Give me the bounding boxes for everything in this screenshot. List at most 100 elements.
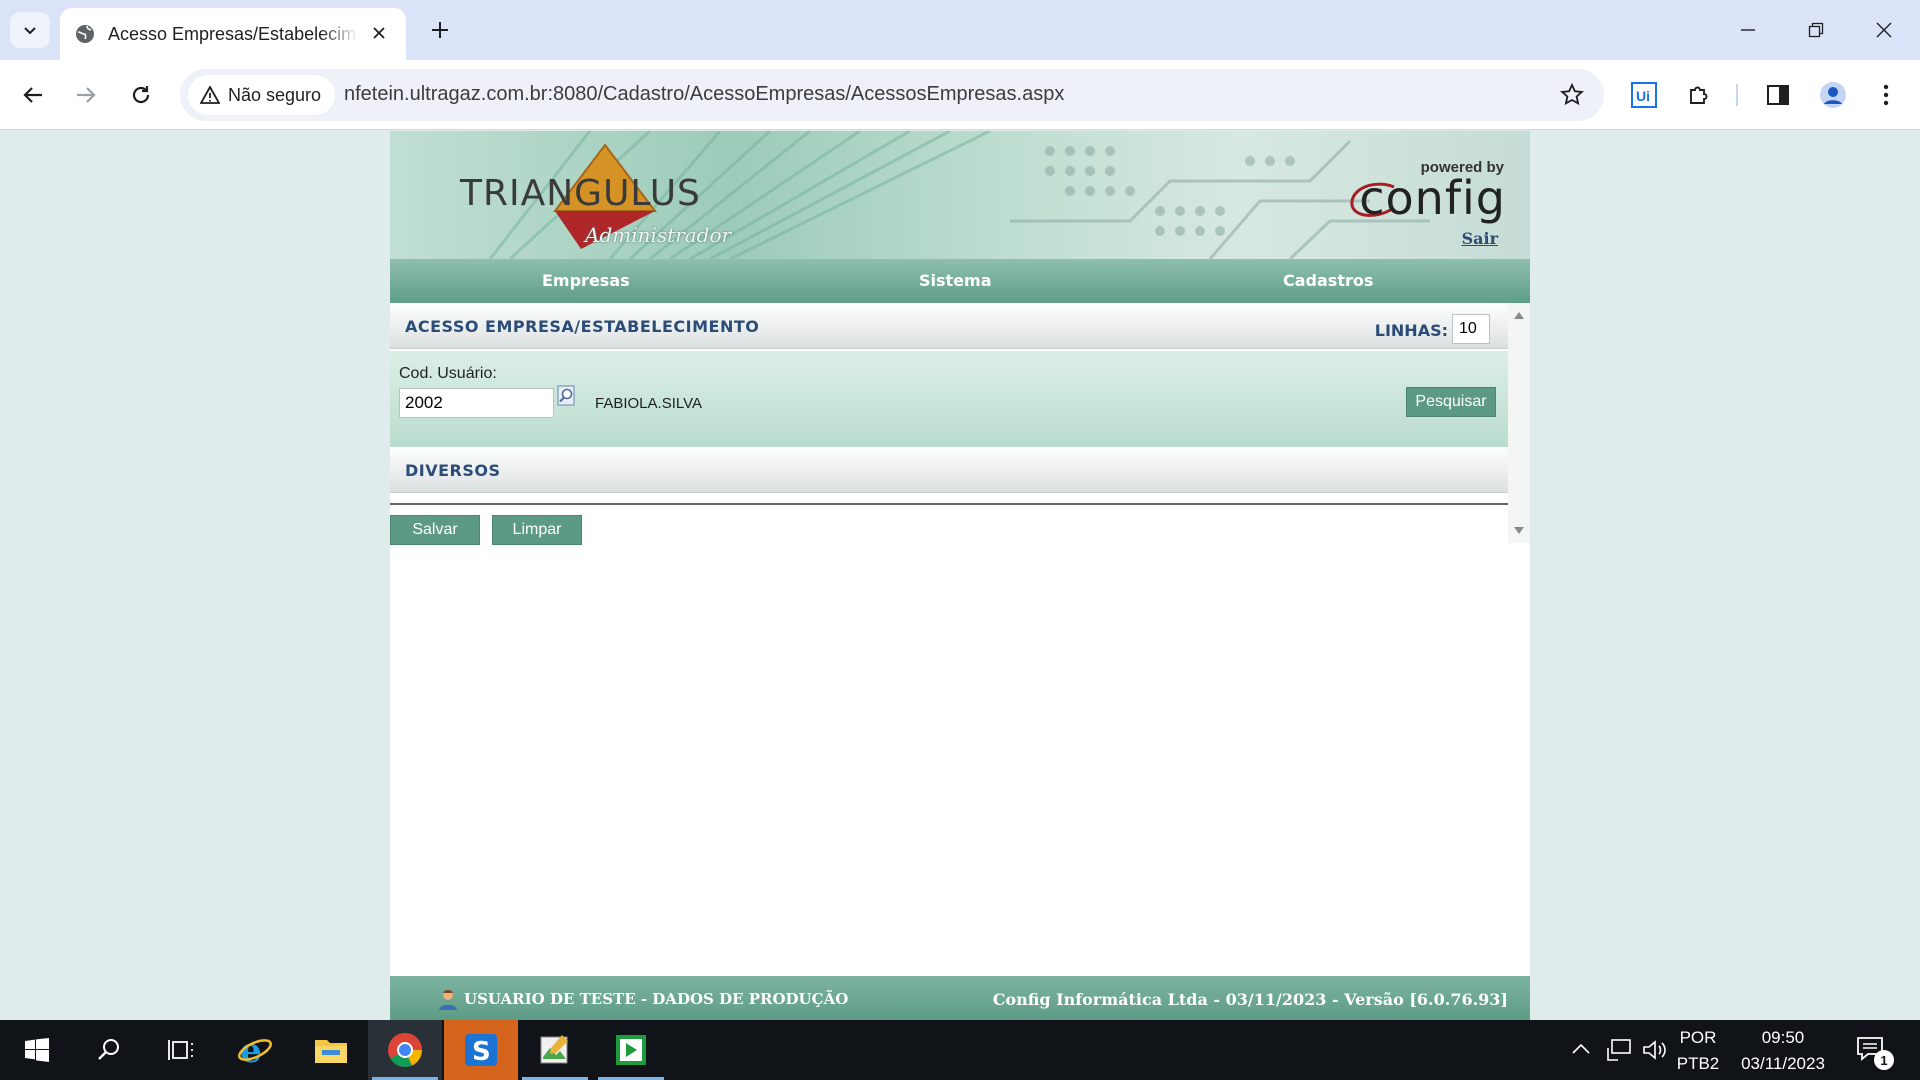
puzzle-icon (1690, 86, 1708, 104)
content-area: ACESSO EMPRESA/ESTABELECIMENTO LINHAS: C… (390, 303, 1530, 545)
arrow-left-icon (23, 87, 42, 103)
chrome-icon (388, 1033, 422, 1067)
user-name-text: FABIOLA.SILVA (595, 395, 702, 412)
web-page: TRIANGULUS Administrador powered by conf… (390, 131, 1530, 1020)
play-app-icon (616, 1035, 646, 1065)
filter-panel: Cod. Usuário: FABIOLA.SILVA Pesquisar (390, 351, 1508, 447)
plus-icon (432, 22, 448, 38)
section-title: ACESSO EMPRESA/ESTABELECIMENTO (405, 317, 760, 336)
task-view-button[interactable] (144, 1020, 218, 1080)
close-icon (1876, 22, 1892, 38)
folder-icon (315, 1040, 347, 1063)
close-window-button[interactable] (1864, 10, 1904, 50)
user-icon (439, 990, 457, 1010)
page-footer: USUARIO DE TESTE - DADOS DE PRODUÇÃO Con… (390, 976, 1530, 1020)
bookmark-star-button[interactable] (1556, 79, 1588, 111)
more-vertical-icon (1883, 84, 1889, 106)
chevron-down-icon (24, 27, 36, 35)
side-panel-button[interactable] (1758, 75, 1798, 115)
back-button[interactable] (13, 75, 53, 115)
taskbar-internet-explorer[interactable]: e (218, 1020, 292, 1080)
access-section-header: ACESSO EMPRESA/ESTABELECIMENTO LINHAS: (390, 303, 1508, 349)
lookup-search-icon[interactable] (556, 385, 578, 407)
browser-tab-strip: Acesso Empresas/Estabelecimentos (0, 0, 1920, 60)
internet-explorer-icon: e (238, 1032, 272, 1068)
browser-tab-active[interactable]: Acesso Empresas/Estabelecimentos (60, 8, 406, 60)
new-tab-button[interactable] (424, 14, 456, 46)
search-button[interactable] (72, 1020, 146, 1080)
menu-button[interactable] (1866, 75, 1906, 115)
taskbar-notepad-app[interactable] (518, 1020, 592, 1080)
lines-label: LINHAS: (1374, 321, 1448, 340)
minimize-button[interactable] (1728, 10, 1768, 50)
tab-title: Acesso Empresas/Estabelecimentos (108, 23, 358, 44)
menu-item-empresas[interactable]: Empresas (542, 271, 630, 290)
restore-icon (1808, 22, 1824, 38)
globe-icon (76, 25, 94, 43)
restore-button[interactable] (1796, 10, 1836, 50)
address-bar[interactable]: Não seguro nfetein.ultragaz.com.br:8080/… (180, 69, 1604, 121)
save-button[interactable]: Salvar (390, 515, 480, 545)
reload-icon (132, 86, 150, 104)
section-title: DIVERSOS (405, 461, 501, 480)
footer-user-info: USUARIO DE TESTE - DADOS DE PRODUÇÃO (438, 988, 848, 1010)
star-icon (1560, 83, 1584, 106)
uipath-extension-button[interactable]: Ui (1624, 75, 1664, 115)
svg-text:Ui: Ui (1636, 88, 1650, 104)
scrollbar[interactable] (1508, 303, 1530, 543)
extensions-button[interactable] (1679, 75, 1719, 115)
footer-left-text: USUARIO DE TESTE - DADOS DE PRODUÇÃO (464, 990, 849, 1008)
taskbar-file-explorer[interactable] (294, 1020, 368, 1080)
diversos-section-header: DIVERSOS (390, 447, 1508, 493)
clock-time[interactable]: 09:50 (1730, 1028, 1836, 1048)
image-editor-icon (540, 1035, 568, 1064)
arrow-right-icon (77, 87, 96, 103)
taskbar-chrome[interactable] (368, 1020, 442, 1080)
taskbar-player-app[interactable] (594, 1020, 668, 1080)
start-button[interactable] (0, 1020, 74, 1080)
minimize-icon (1741, 29, 1755, 31)
user-code-label: Cod. Usuário: (399, 365, 497, 382)
taskbar-app-s[interactable]: S (444, 1020, 518, 1080)
logout-link[interactable]: Sair (1462, 229, 1498, 248)
uipath-icon: Ui (1631, 82, 1657, 108)
search-button[interactable]: Pesquisar (1406, 387, 1496, 417)
notification-center-button[interactable]: 1 (1856, 1034, 1900, 1070)
app-s-icon: S (465, 1034, 497, 1067)
close-icon[interactable] (368, 22, 390, 44)
reload-button[interactable] (121, 75, 161, 115)
logo-text: TRIANGULUS (460, 173, 701, 214)
warning-icon (200, 86, 220, 104)
windows-logo-icon (25, 1038, 49, 1062)
divider (390, 503, 1508, 505)
side-panel-icon (1767, 85, 1789, 105)
menu-item-sistema[interactable]: Sistema (919, 271, 992, 290)
language-top[interactable]: POR (1678, 1028, 1718, 1048)
scroll-down-icon[interactable] (1514, 527, 1524, 535)
url-text[interactable]: nfetein.ultragaz.com.br:8080/Cadastro/Ac… (344, 83, 1064, 106)
windows-taskbar: e S POR PTB2 09:50 03/11/2023 1 (0, 1020, 1920, 1080)
language-bottom[interactable]: PTB2 (1674, 1054, 1722, 1074)
security-label: Não seguro (228, 84, 322, 105)
clear-button[interactable]: Limpar (492, 515, 582, 545)
task-view-icon (168, 1040, 193, 1060)
notification-badge: 1 (1874, 1050, 1894, 1070)
avatar-icon (1820, 82, 1846, 108)
forward-button[interactable] (66, 75, 106, 115)
svg-text:S: S (472, 1037, 491, 1067)
browser-toolbar: Não seguro nfetein.ultragaz.com.br:8080/… (0, 60, 1920, 130)
scroll-up-icon[interactable] (1514, 311, 1524, 319)
volume-icon[interactable] (1642, 1038, 1668, 1062)
network-icon[interactable] (1606, 1038, 1632, 1062)
search-icon (98, 1039, 119, 1060)
tab-search-button[interactable] (10, 12, 50, 48)
clock-date[interactable]: 03/11/2023 (1730, 1054, 1836, 1074)
user-code-input[interactable] (399, 388, 554, 418)
chevron-up-icon[interactable] (1572, 1042, 1590, 1054)
profile-button[interactable] (1813, 75, 1853, 115)
menu-item-cadastros[interactable]: Cadastros (1283, 271, 1373, 290)
main-menu: Empresas Sistema Cadastros (390, 259, 1530, 303)
config-logo: config (1359, 171, 1506, 225)
lines-input[interactable] (1452, 314, 1490, 344)
security-chip[interactable]: Não seguro (188, 75, 336, 115)
